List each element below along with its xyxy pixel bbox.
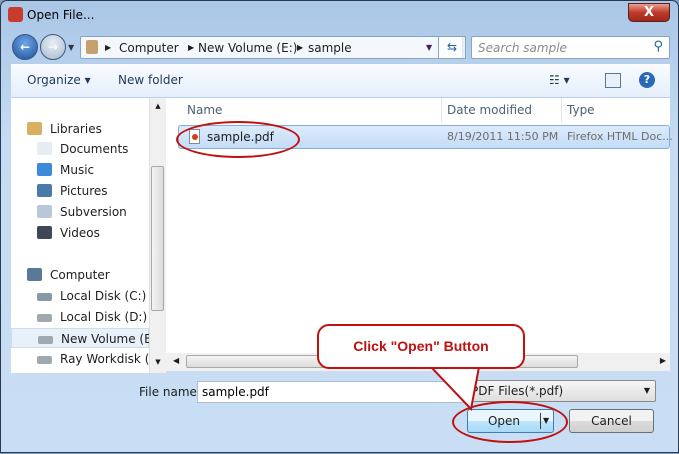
open-file-dialog: Open File... X ← → ▼ ▶ Computer ▶ New Vo… [0,0,679,453]
callout-pointer [428,366,481,412]
annotation-callout: Click "Open" Button [317,324,525,369]
